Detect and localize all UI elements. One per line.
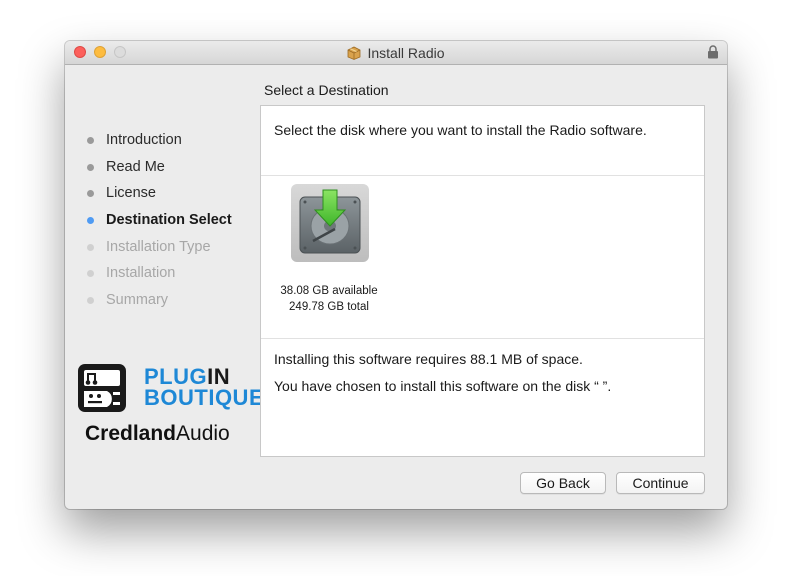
title-bar: Install Radio: [65, 41, 727, 65]
credland-audio-logo: CredlandAudio: [85, 422, 230, 446]
step-bullet-icon: [87, 137, 94, 144]
disk-option[interactable]: 38.08 GB available 249.78 GB total: [273, 184, 399, 319]
step-introduction: Introduction: [85, 127, 232, 154]
step-installation-type: Installation Type: [85, 234, 232, 261]
destination-panel: Select the disk where you want to instal…: [260, 105, 705, 457]
space-requirement-text: Installing this software requires 88.1 M…: [274, 351, 583, 367]
package-icon: [348, 46, 361, 60]
logo-text-boutique: BOUTIQUE: [144, 385, 265, 410]
lock-icon[interactable]: [707, 45, 719, 59]
step-bullet-icon: [87, 243, 94, 251]
step-label: Read Me: [106, 158, 165, 175]
plugin-boutique-wordmark: PLUGIN BOUTIQUE: [144, 366, 265, 410]
step-license: License: [85, 180, 232, 207]
plugin-boutique-logo: PLUGIN BOUTIQUE: [77, 363, 264, 413]
step-summary: Summary: [85, 287, 232, 314]
credland-text: Credland: [85, 422, 177, 445]
hard-disk-install-icon: [291, 184, 369, 262]
installer-window: Install Radio Introduction Read Me Licen…: [65, 41, 727, 509]
plugin-boutique-logo-icon: [78, 364, 126, 412]
audio-text: Audio: [176, 422, 230, 445]
step-label: Installation: [106, 265, 176, 282]
step-read-me: Read Me: [85, 154, 232, 181]
disk-total-text: 249.78 GB total: [289, 301, 369, 313]
chosen-disk-text: You have chosen to install this software…: [274, 378, 612, 394]
divider: [261, 175, 704, 176]
window-title-area: Install Radio: [65, 41, 727, 64]
step-label: Installation Type: [106, 238, 211, 255]
step-label: Destination Select: [106, 212, 232, 229]
step-bullet-icon: [87, 297, 94, 305]
continue-button[interactable]: Continue: [616, 472, 705, 494]
instruction-text: Select the disk where you want to instal…: [274, 122, 647, 138]
step-installation: Installation: [85, 260, 232, 287]
step-bullet-icon: [87, 163, 94, 171]
step-label: License: [106, 185, 156, 202]
step-bullet-icon: [87, 270, 94, 278]
step-destination-select: Destination Select: [85, 207, 232, 234]
installer-steps: Introduction Read Me License Destination…: [85, 127, 232, 314]
step-bullet-icon: [87, 190, 94, 198]
section-title: Select a Destination: [264, 82, 389, 98]
window-title: Install Radio: [367, 44, 445, 61]
disk-available-text: 38.08 GB available: [280, 285, 378, 297]
step-bullet-icon: [87, 217, 94, 225]
step-label: Summary: [106, 292, 169, 309]
step-label: Introduction: [106, 132, 182, 148]
divider: [261, 338, 704, 339]
go-back-button[interactable]: Go Back: [520, 472, 606, 494]
